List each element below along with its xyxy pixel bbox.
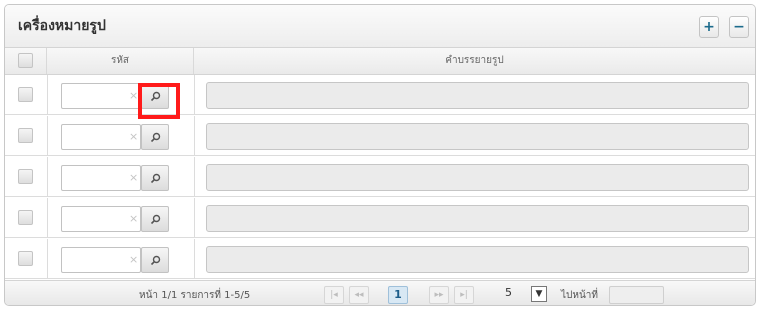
- code-input[interactable]: ×: [61, 206, 141, 232]
- description-input[interactable]: [206, 164, 749, 191]
- clear-icon[interactable]: ×: [129, 171, 138, 184]
- table-row: ×: [5, 198, 755, 238]
- panel-header: เครื่องหมายรูป + −: [5, 5, 755, 48]
- clear-icon[interactable]: ×: [129, 253, 138, 266]
- column-divider: [194, 198, 195, 237]
- table-header: รหัส คำบรรยายรูป: [5, 48, 755, 75]
- search-icon: [150, 132, 161, 143]
- search-button[interactable]: [141, 165, 169, 191]
- first-page-button[interactable]: |◂: [324, 286, 344, 304]
- clear-icon[interactable]: ×: [129, 212, 138, 225]
- column-divider: [194, 239, 195, 278]
- prev-page-button[interactable]: ◂◂: [349, 286, 369, 304]
- table-row: ×: [5, 75, 755, 115]
- page-size-value[interactable]: 5: [505, 286, 512, 304]
- search-button[interactable]: [141, 247, 169, 273]
- remove-row-button[interactable]: −: [729, 16, 749, 38]
- page-info: หน้า 1/1 รายการที่ 1-5/5: [139, 290, 251, 301]
- next-page-button[interactable]: ▸▸: [429, 286, 449, 304]
- description-input[interactable]: [206, 205, 749, 232]
- column-divider: [194, 157, 195, 196]
- row-checkbox[interactable]: [18, 210, 33, 225]
- column-divider: [47, 157, 48, 196]
- select-all-cell: [5, 48, 47, 74]
- description-column-header: คำบรรยายรูป: [445, 55, 504, 66]
- description-input[interactable]: [206, 82, 749, 109]
- search-icon: [150, 214, 161, 225]
- description-input[interactable]: [206, 123, 749, 150]
- code-column-header: รหัส: [47, 48, 194, 74]
- symbol-panel: เครื่องหมายรูป + − รหัส คำบรรยายรูป × ×: [4, 4, 756, 306]
- pagination-bar: หน้า 1/1 รายการที่ 1-5/5 |◂ ◂◂ 1 ▸▸ ▸| 5…: [5, 280, 755, 305]
- column-divider: [47, 116, 48, 155]
- page-size-dropdown-icon[interactable]: ▼: [531, 286, 547, 302]
- column-divider: [194, 116, 195, 155]
- column-divider: [194, 75, 195, 114]
- table-row: ×: [5, 116, 755, 156]
- column-divider: [47, 75, 48, 114]
- highlight-marker: [138, 83, 180, 119]
- panel-title: เครื่องหมายรูป: [18, 18, 106, 34]
- search-button[interactable]: [141, 206, 169, 232]
- goto-page-label: ไปหน้าที่: [561, 290, 599, 301]
- search-button[interactable]: [141, 124, 169, 150]
- code-input[interactable]: ×: [61, 124, 141, 150]
- code-input[interactable]: ×: [61, 83, 141, 109]
- search-icon: [150, 173, 161, 184]
- search-icon: [150, 255, 161, 266]
- clear-icon[interactable]: ×: [129, 130, 138, 143]
- row-checkbox[interactable]: [18, 128, 33, 143]
- row-checkbox[interactable]: [18, 251, 33, 266]
- code-input[interactable]: ×: [61, 247, 141, 273]
- row-checkbox[interactable]: [18, 87, 33, 102]
- table-row: ×: [5, 239, 755, 279]
- code-input[interactable]: ×: [61, 165, 141, 191]
- last-page-button[interactable]: ▸|: [454, 286, 474, 304]
- goto-page-input[interactable]: [609, 286, 664, 304]
- select-all-checkbox[interactable]: [18, 53, 33, 68]
- clear-icon[interactable]: ×: [129, 89, 138, 102]
- current-page-button[interactable]: 1: [388, 286, 408, 304]
- table-row: ×: [5, 157, 755, 197]
- row-checkbox[interactable]: [18, 169, 33, 184]
- description-input[interactable]: [206, 246, 749, 273]
- column-divider: [47, 198, 48, 237]
- add-row-button[interactable]: +: [699, 16, 719, 38]
- column-divider: [47, 239, 48, 278]
